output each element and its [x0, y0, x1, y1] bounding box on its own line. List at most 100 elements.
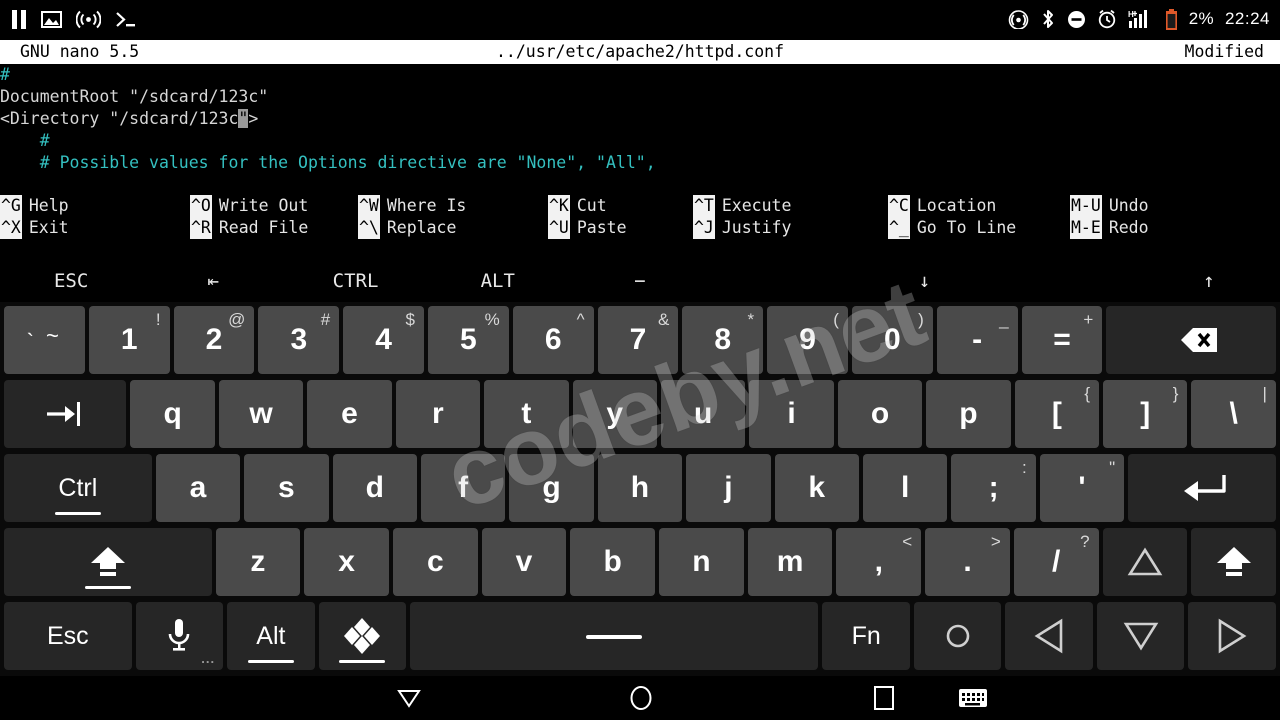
- key-ctrl[interactable]: Ctrl: [4, 454, 152, 522]
- shortcut-item[interactable]: ^C Location: [888, 195, 1070, 217]
- key-g[interactable]: g: [509, 454, 594, 522]
- key-t[interactable]: t: [484, 380, 569, 448]
- key-j[interactable]: j: [686, 454, 771, 522]
- key-y[interactable]: y: [572, 380, 657, 448]
- key-label: Alt: [256, 621, 286, 650]
- key-b[interactable]: b: [570, 528, 656, 596]
- android-navigation-bar[interactable]: [0, 676, 1280, 720]
- key-3[interactable]: 3 #: [258, 306, 340, 374]
- key-5[interactable]: 5%: [427, 306, 509, 374]
- shortcut-item[interactable]: ^W Where Is: [358, 195, 548, 217]
- editor-text-area[interactable]: # DocumentRoot "/sdcard/123c" <Directory "…: [0, 64, 1280, 190]
- key-equals[interactable]: = +: [1021, 306, 1103, 374]
- key-f[interactable]: f: [420, 454, 506, 522]
- key-alt[interactable]: Alt: [227, 602, 315, 670]
- key-0[interactable]: 0): [851, 306, 933, 374]
- key-x[interactable]: x: [304, 528, 389, 596]
- key-s[interactable]: s: [244, 454, 329, 522]
- extrakey-up[interactable]: ↑: [1138, 270, 1280, 292]
- key-mic[interactable]: ...: [135, 602, 224, 670]
- key-l[interactable]: l: [862, 454, 948, 522]
- key-q[interactable]: q: [130, 380, 215, 448]
- key-circle[interactable]: [913, 602, 1002, 670]
- shortcut-item[interactable]: ^O Write Out: [190, 195, 358, 217]
- key-8[interactable]: 8 *: [682, 306, 764, 374]
- key-quote[interactable]: ' ": [1039, 454, 1125, 522]
- key-shift-left[interactable]: [4, 528, 212, 596]
- shortcut-item[interactable]: ^G Help: [0, 195, 190, 217]
- key-4[interactable]: 4 $: [343, 306, 424, 374]
- key-d[interactable]: d: [332, 454, 417, 522]
- extrakey-minus[interactable]: −: [569, 270, 711, 292]
- key-slash[interactable]: /?: [1013, 528, 1099, 596]
- key-shift-right[interactable]: [1191, 528, 1276, 596]
- key-w[interactable]: w: [218, 380, 304, 448]
- key-e[interactable]: e: [307, 380, 392, 448]
- key-k[interactable]: k: [774, 454, 859, 522]
- key-z[interactable]: z: [215, 528, 301, 596]
- key-arrow-right[interactable]: [1188, 602, 1276, 670]
- key-v[interactable]: v: [481, 528, 567, 596]
- key-minus[interactable]: - _: [936, 306, 1018, 374]
- key-r[interactable]: r: [395, 380, 481, 448]
- nav-home-icon[interactable]: [628, 685, 654, 711]
- extrakey-ctrl[interactable]: CTRL: [284, 270, 426, 292]
- key-arrow-down[interactable]: [1096, 602, 1185, 670]
- shortcut-item[interactable]: ^R Read File: [190, 217, 358, 239]
- key-label: ]: [1140, 397, 1151, 430]
- shortcut-item[interactable]: ^K Cut: [548, 195, 693, 217]
- key-comma[interactable]: , <: [836, 528, 922, 596]
- key-tab[interactable]: [4, 380, 127, 448]
- nav-keyboard-icon[interactable]: [958, 686, 988, 710]
- key-arrow-up[interactable]: [1102, 528, 1188, 596]
- key-esc[interactable]: Esc: [4, 602, 132, 670]
- key-c[interactable]: c: [392, 528, 478, 596]
- shortcut-item[interactable]: M-U Undo: [1070, 195, 1149, 217]
- key-space[interactable]: [410, 602, 819, 670]
- shortcut-item[interactable]: ^_ Go To Line: [888, 217, 1070, 239]
- terminal-extra-keys-row[interactable]: ESC ⇤ CTRL ALT − ↓ ↑: [0, 262, 1280, 300]
- key-6[interactable]: 6 ^: [512, 306, 594, 374]
- key-semicolon[interactable]: ;:: [951, 454, 1036, 522]
- nav-recents-icon[interactable]: [872, 685, 896, 711]
- nav-back-icon[interactable]: [396, 687, 422, 709]
- shortcut-item[interactable]: ^U Paste: [548, 217, 693, 239]
- on-screen-keyboard[interactable]: ` ~1! 2 @3 #4 $5% 6 ^ 7 & 8 * 9(0) - _ = + q w e r t y u i o p[{]…: [0, 302, 1280, 676]
- key-arrow-left[interactable]: [1005, 602, 1093, 670]
- keyboard-row-home[interactable]: Ctrl a s d f g h j k l;: ' ": [2, 452, 1278, 524]
- shortcut-item[interactable]: M-E Redo: [1070, 217, 1149, 239]
- key-9[interactable]: 9(: [767, 306, 848, 374]
- key-n[interactable]: n: [659, 528, 744, 596]
- extrakey-alt[interactable]: ALT: [427, 270, 569, 292]
- key-bracketright[interactable]: ]}: [1103, 380, 1188, 448]
- key-h[interactable]: h: [597, 454, 683, 522]
- shortcut-item[interactable]: ^T Execute: [693, 195, 888, 217]
- key-backslash[interactable]: \ |: [1191, 380, 1276, 448]
- extrakey-esc[interactable]: ESC: [0, 270, 142, 292]
- extrakey-down[interactable]: ↓: [853, 270, 995, 292]
- key-o[interactable]: o: [837, 380, 923, 448]
- key-backtick[interactable]: ` ~: [4, 306, 85, 374]
- key-2[interactable]: 2 @: [173, 306, 255, 374]
- key-7[interactable]: 7 &: [597, 306, 679, 374]
- shortcut-item[interactable]: ^\ Replace: [358, 217, 548, 239]
- key-enter[interactable]: [1128, 454, 1276, 522]
- key-p[interactable]: p: [926, 380, 1011, 448]
- shortcut-item[interactable]: ^J Justify: [693, 217, 888, 239]
- keyboard-row-number[interactable]: ` ~1! 2 @3 #4 $5% 6 ^ 7 & 8 * 9(0) - _ = +: [2, 304, 1278, 376]
- key-a[interactable]: a: [155, 454, 241, 522]
- extrakey-tab[interactable]: ⇤: [142, 270, 284, 292]
- keyboard-row-bottom[interactable]: z x c v b n m, <. > /?: [2, 526, 1278, 598]
- key-bracketleft[interactable]: [{: [1014, 380, 1100, 448]
- key-u[interactable]: u: [660, 380, 746, 448]
- key-fn[interactable]: Fn: [822, 602, 910, 670]
- key-1[interactable]: 1!: [88, 306, 170, 374]
- key-backspace[interactable]: [1106, 306, 1277, 374]
- key-period[interactable]: . >: [925, 528, 1010, 596]
- key-symbols[interactable]: [318, 602, 407, 670]
- key-m[interactable]: m: [747, 528, 833, 596]
- keyboard-row-space[interactable]: Esc... Alt Fn: [2, 600, 1278, 672]
- key-i[interactable]: i: [749, 380, 834, 448]
- shortcut-item[interactable]: ^X Exit: [0, 217, 190, 239]
- keyboard-row-top[interactable]: q w e r t y u i o p[{]} \ |: [2, 378, 1278, 450]
